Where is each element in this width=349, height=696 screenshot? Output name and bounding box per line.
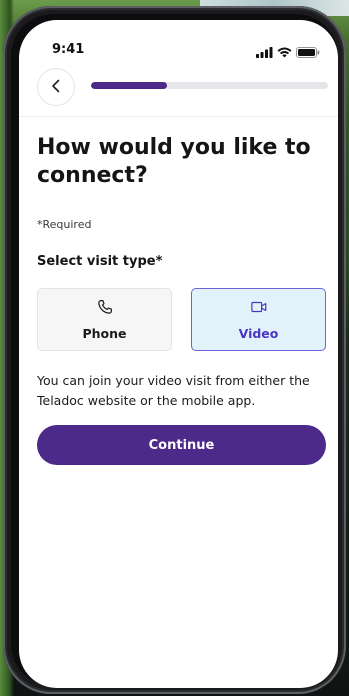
video-option-label: Video [238, 326, 279, 341]
wifi-icon [277, 43, 292, 62]
phone-option-label: Phone [82, 326, 127, 341]
visit-type-video-option[interactable]: Video [191, 288, 326, 351]
status-icons [256, 43, 320, 62]
home-indicator [19, 668, 338, 688]
phone-icon [96, 298, 114, 320]
phone-frame: 9:41 How would you like to connect? *Req… [3, 6, 346, 694]
progress-bar [91, 82, 328, 89]
visit-type-phone-option[interactable]: Phone [37, 288, 172, 351]
page-title: How would you like to connect? [37, 135, 311, 188]
back-button[interactable] [37, 68, 75, 106]
status-time: 9:41 [52, 42, 85, 57]
video-icon [250, 298, 268, 320]
battery-icon [296, 43, 320, 62]
progress-bar-fill [91, 82, 167, 89]
continue-button[interactable]: Continue [37, 425, 326, 465]
app-screen: 9:41 How would you like to connect? *Req… [19, 20, 338, 688]
visit-type-label: Select visit type* [37, 254, 163, 269]
required-note: *Required [37, 218, 92, 231]
chevron-left-icon [51, 78, 61, 97]
status-bar: 9:41 [19, 20, 338, 64]
info-text: You can join your video visit from eithe… [37, 373, 310, 408]
signal-icon [256, 43, 273, 62]
top-nav [19, 68, 338, 117]
